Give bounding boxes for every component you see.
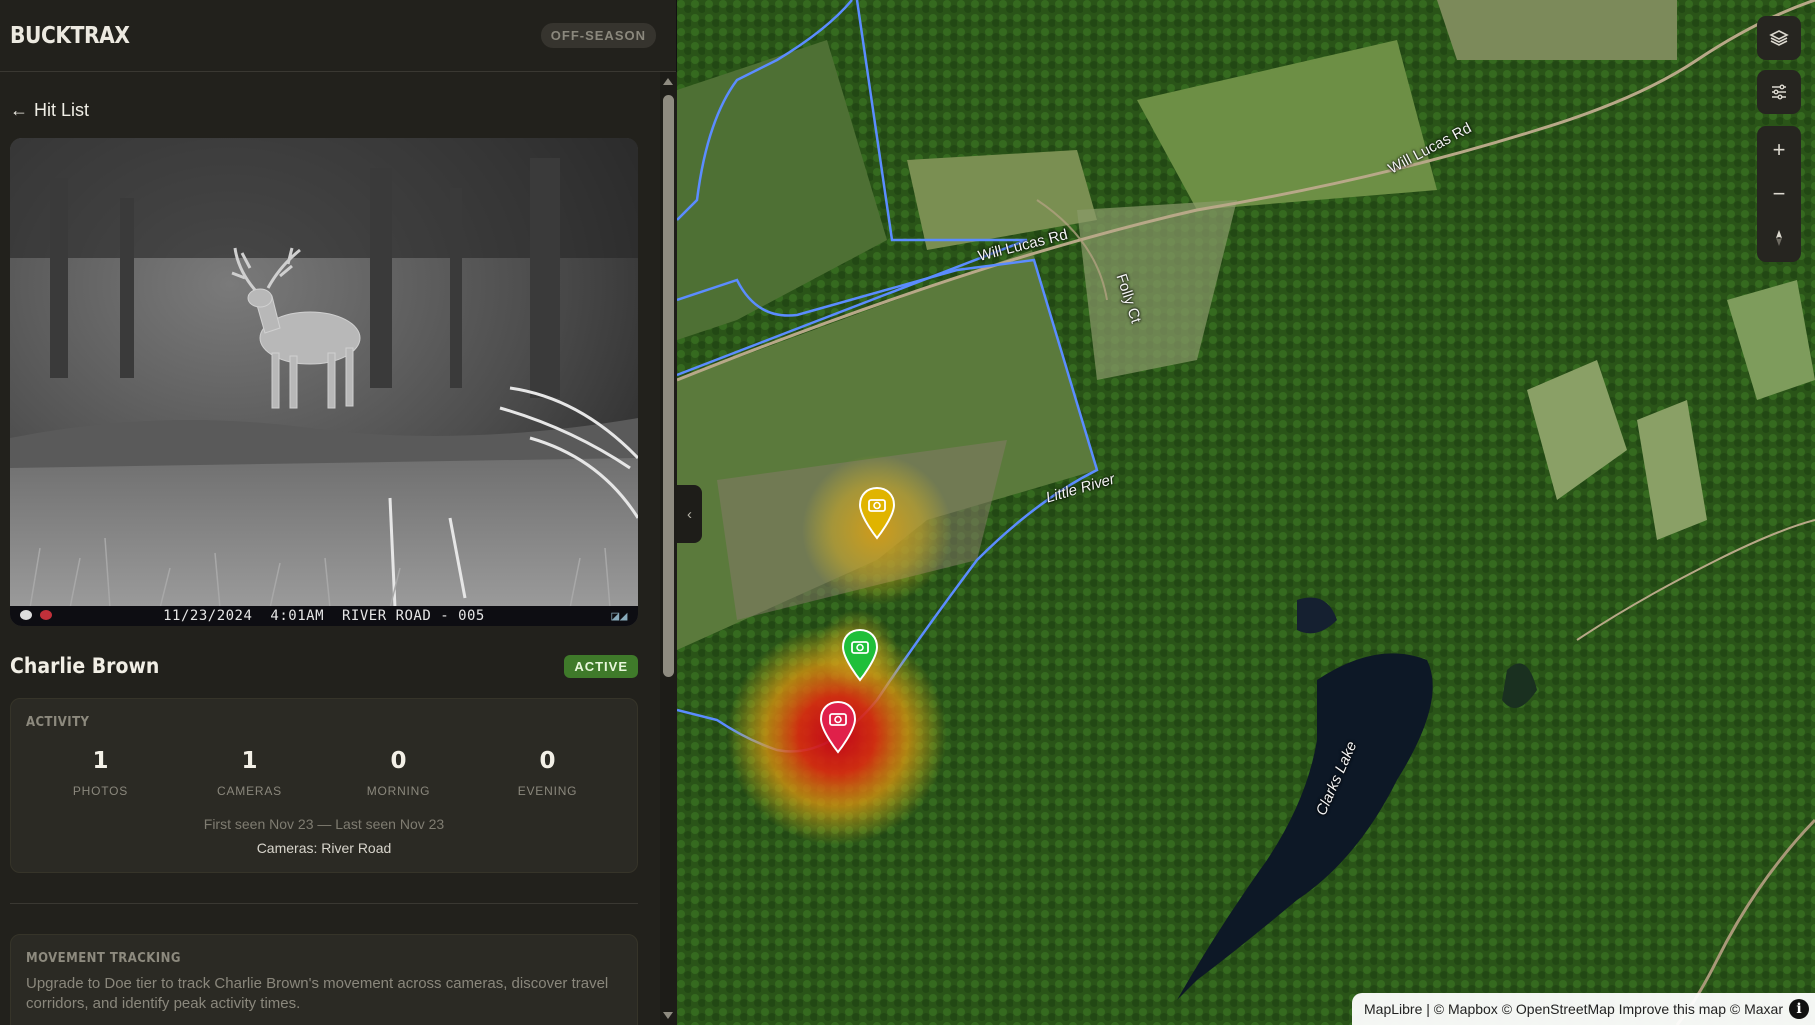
status-badge: ACTIVE [564,654,638,678]
satellite-map[interactable]: ‹ Will Lucas Rd Will Lucas Rd Folly Ct L… [677,0,1815,1025]
movement-tracking-card: MOVEMENT TRACKING Upgrade to Doe tier to… [10,934,638,1025]
top-bar: BUCKTRAX OFF-SEASON [0,0,676,72]
scrollbar-thumb[interactable] [663,95,674,677]
layers-icon [1769,30,1789,46]
season-badge: OFF-SEASON [540,23,656,48]
deer-header: Charlie Brown ACTIVE [10,654,638,678]
back-to-hit-list-link[interactable]: ← Hit List [10,100,660,121]
stat-evening: 0 EVENING [473,748,622,798]
map-imagery [677,0,1815,1025]
chevron-left-icon: ‹ [687,505,692,523]
sidebar-scroll-area: ← Hit List 11/23/2024 4:01AM RIVER ROAD … [0,72,660,1025]
zoom-in-button[interactable]: + [1757,128,1801,172]
map-attribution: MapLibre | © Mapbox © OpenStreetMap Impr… [1352,993,1815,1025]
stat-label: MORNING [366,784,431,798]
scroll-up-arrow-icon[interactable] [663,78,673,85]
compass-button[interactable] [1757,216,1801,260]
record-icon [40,610,52,620]
movement-upgrade-text: Upgrade to Doe tier to track Charlie Bro… [26,975,609,1012]
back-link-label: Hit List [34,100,90,120]
layers-button[interactable] [1757,16,1801,60]
camera-pin-red[interactable] [819,700,857,754]
stat-value: 0 [390,748,407,774]
photo-date: 11/23/2024 [163,608,253,624]
stat-photos: 1 PHOTOS [26,748,175,798]
camera-pin-yellow[interactable] [858,486,896,540]
back-arrow-icon: ← [10,100,28,120]
sidebar: BUCKTRAX OFF-SEASON ← Hit List 11/23/202… [0,0,677,1025]
attribution-text[interactable]: MapLibre | © Mapbox © OpenStreetMap Impr… [1364,1001,1783,1017]
section-divider [10,903,638,904]
activity-card: ACTIVITY 1 PHOTOS 1 CAMERAS 0 MORNING 0 … [10,698,638,873]
sidebar-scrollbar[interactable] [660,72,677,1025]
filters-button[interactable] [1757,70,1801,114]
stat-value: 1 [92,748,109,774]
deer-name: Charlie Brown [10,654,160,678]
deer-photo-image [10,138,638,626]
movement-title: MOVEMENT TRACKING [26,951,181,966]
stat-morning: 0 MORNING [324,748,473,798]
photo-camera-stamp: RIVER ROAD - 005 [342,608,485,624]
stat-value: 1 [241,748,258,774]
stat-label: CAMERAS [217,784,282,798]
stat-label: PHOTOS [72,784,129,798]
zoom-out-button[interactable]: − [1757,172,1801,216]
camera-pin-green[interactable] [841,628,879,682]
app-root: BUCKTRAX OFF-SEASON ← Hit List 11/23/202… [0,0,1815,1025]
scroll-down-arrow-icon[interactable] [663,1012,673,1019]
stat-label: EVENING [517,784,578,798]
app-logo[interactable]: BUCKTRAX [10,23,130,49]
battery-icon: ◪◢ [611,609,628,624]
collapse-sidebar-button[interactable]: ‹ [677,485,702,543]
photo-info-strip: 11/23/2024 4:01AM RIVER ROAD - 005 ◪◢ [10,606,638,626]
sliders-icon [1772,84,1786,100]
photo-time: 4:01AM [270,608,324,624]
trail-camera-photo[interactable]: 11/23/2024 4:01AM RIVER ROAD - 005 ◪◢ [10,138,638,626]
moon-icon [20,610,32,620]
activity-stats: 1 PHOTOS 1 CAMERAS 0 MORNING 0 EVENING [26,748,622,798]
info-icon[interactable]: i [1789,999,1809,1019]
seen-range: First seen Nov 23 — Last seen Nov 23 [203,816,445,832]
compass-icon [1776,230,1782,246]
activity-title: ACTIVITY [26,715,90,730]
zoom-controls: + − [1757,126,1801,262]
stat-cameras: 1 CAMERAS [175,748,324,798]
cameras-list: Cameras: River Road [256,840,392,856]
stat-value: 0 [539,748,556,774]
